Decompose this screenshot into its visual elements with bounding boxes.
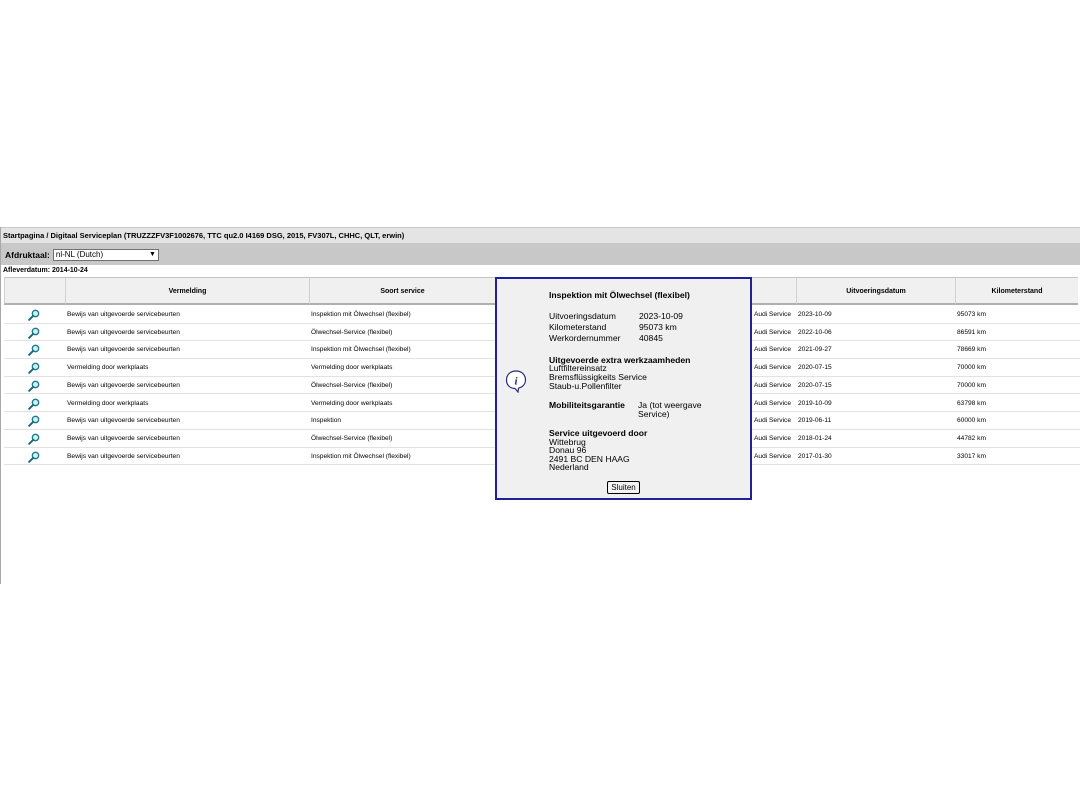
cell-soort-service: Ölwechsel-Service (flexibel) (311, 381, 393, 389)
header-soort-service: Soort service (309, 277, 495, 305)
dialog-title: Inspektion mit Ölwechsel (flexibel) (549, 290, 690, 300)
breadcrumb: Startpagina / Digitaal Serviceplan (TRUZ… (1, 227, 1080, 244)
cell-kilometerstand: 33017 km (957, 452, 986, 460)
cell-dealer: Audi Service (754, 346, 792, 354)
cell-soort-service: Inspektion mit Ölwechsel (flexibel) (311, 346, 411, 354)
magnifier-icon[interactable] (28, 327, 40, 339)
magnifier-icon[interactable] (28, 344, 40, 357)
cell-uitvoeringsdatum: 2019-06-11 (798, 417, 832, 425)
magnifier-icon[interactable] (28, 380, 40, 392)
cell-uitvoeringsdatum: 2021-09-27 (798, 346, 832, 354)
cell-vermelding: Vermelding door werkplaats (67, 399, 149, 407)
cell-soort-service: Inspektion (311, 417, 342, 425)
print-language-select[interactable]: nl-NL (Dutch) ▼ (52, 248, 159, 261)
cell-uitvoeringsdatum: 2020-07-15 (798, 381, 832, 389)
cell-dealer: Audi Service (754, 328, 792, 336)
magnifier-icon[interactable] (28, 451, 40, 463)
cell-vermelding: Bewijs van uitgevoerde servicebeurten (67, 328, 180, 336)
cell-soort-service: Inspektion mit Ölwechsel (flexibel) (311, 311, 411, 318)
magnifier-icon[interactable] (28, 433, 40, 445)
magnifier-icon[interactable] (28, 415, 40, 427)
performed-by-line: Nederland (549, 462, 589, 472)
header-kilometerstand: Kilometerstand (955, 277, 1078, 305)
cell-kilometerstand: 95073 km (957, 311, 986, 318)
magnifier-icon[interactable] (28, 309, 40, 321)
cell-vermelding: Vermelding door werkplaats (67, 364, 149, 372)
cell-uitvoeringsdatum: 2023-10-09 (798, 311, 832, 318)
magnifier-icon[interactable] (28, 362, 40, 374)
header-uitvoeringsdatum: Uitvoeringsdatum (796, 277, 955, 305)
cell-vermelding: Bewijs van uitgevoerde servicebeurten (67, 434, 180, 442)
cell-kilometerstand: 70000 km (957, 381, 986, 389)
cell-uitvoeringsdatum: 2018-01-24 (798, 434, 832, 442)
delivery-date: Afleverdatum: 2014-10-24 (3, 267, 88, 274)
detail-kilometerstand: Kilometerstand 95073 km (549, 322, 677, 332)
cell-uitvoeringsdatum: 2017-01-30 (798, 452, 832, 460)
cell-uitvoeringsdatum: 2022-10-06 (798, 328, 832, 336)
cell-dealer: Audi Service (754, 417, 792, 425)
header-icon-col (4, 277, 65, 305)
cell-kilometerstand: 78669 km (957, 346, 986, 354)
cell-dealer: Audi Service (754, 434, 792, 442)
service-detail-dialog: i Inspektion mit Ölwechsel (flexibel) Ui… (495, 277, 752, 500)
header-dealer (750, 277, 796, 305)
cell-kilometerstand: 44782 km (957, 434, 986, 442)
cell-dealer: Audi Service (754, 381, 792, 389)
cell-dealer: Audi Service (754, 364, 792, 372)
cell-soort-service: Ölwechsel-Service (flexibel) (311, 434, 393, 442)
detail-werkordernummer: Werkordernummer 40845 (549, 333, 663, 343)
cell-vermelding: Bewijs van uitgevoerde servicebeurten (67, 452, 180, 460)
cell-vermelding: Bewijs van uitgevoerde servicebeurten (67, 417, 180, 425)
toolbar: Afdruktaal: nl-NL (Dutch) ▼ (1, 244, 1080, 265)
print-language-label: Afdruktaal: (5, 249, 50, 260)
header-vermelding: Vermelding (65, 277, 309, 305)
cell-kilometerstand: 60000 km (957, 417, 986, 425)
cell-soort-service: Inspektion mit Ölwechsel (flexibel) (311, 452, 411, 460)
detail-uitvoeringsdatum: Uitvoeringsdatum 2023-10-09 (549, 311, 683, 321)
magnifier-icon[interactable] (28, 398, 40, 410)
close-button[interactable]: Sluiten (607, 481, 640, 494)
cell-soort-service: Vermelding door werkplaats (311, 399, 393, 407)
cell-dealer: Audi Service (754, 311, 792, 318)
cell-kilometerstand: 63798 km (957, 399, 986, 407)
cell-kilometerstand: 70000 km (957, 364, 986, 372)
mobility-value-cont: Service) (638, 409, 670, 419)
cell-uitvoeringsdatum: 2020-07-15 (798, 364, 832, 372)
cell-vermelding: Bewijs van uitgevoerde servicebeurten (67, 311, 180, 318)
cell-kilometerstand: 86591 km (957, 328, 986, 336)
extra-work-item: Staub-u.Pollenfilter (549, 381, 622, 391)
cell-vermelding: Bewijs van uitgevoerde servicebeurten (67, 381, 180, 389)
mobility-label: Mobiliteitsgarantie (549, 400, 625, 410)
info-icon: i (505, 370, 527, 393)
cell-dealer: Audi Service (754, 399, 792, 407)
cell-soort-service: Vermelding door werkplaats (311, 364, 393, 372)
cell-soort-service: Ölwechsel-Service (flexibel) (311, 328, 393, 336)
cell-dealer: Audi Service (754, 452, 792, 460)
cell-vermelding: Bewijs van uitgevoerde servicebeurten (67, 346, 180, 354)
print-language-value: nl-NL (Dutch) (55, 249, 104, 259)
cell-uitvoeringsdatum: 2019-10-09 (798, 399, 832, 407)
chevron-down-icon: ▼ (148, 250, 156, 258)
